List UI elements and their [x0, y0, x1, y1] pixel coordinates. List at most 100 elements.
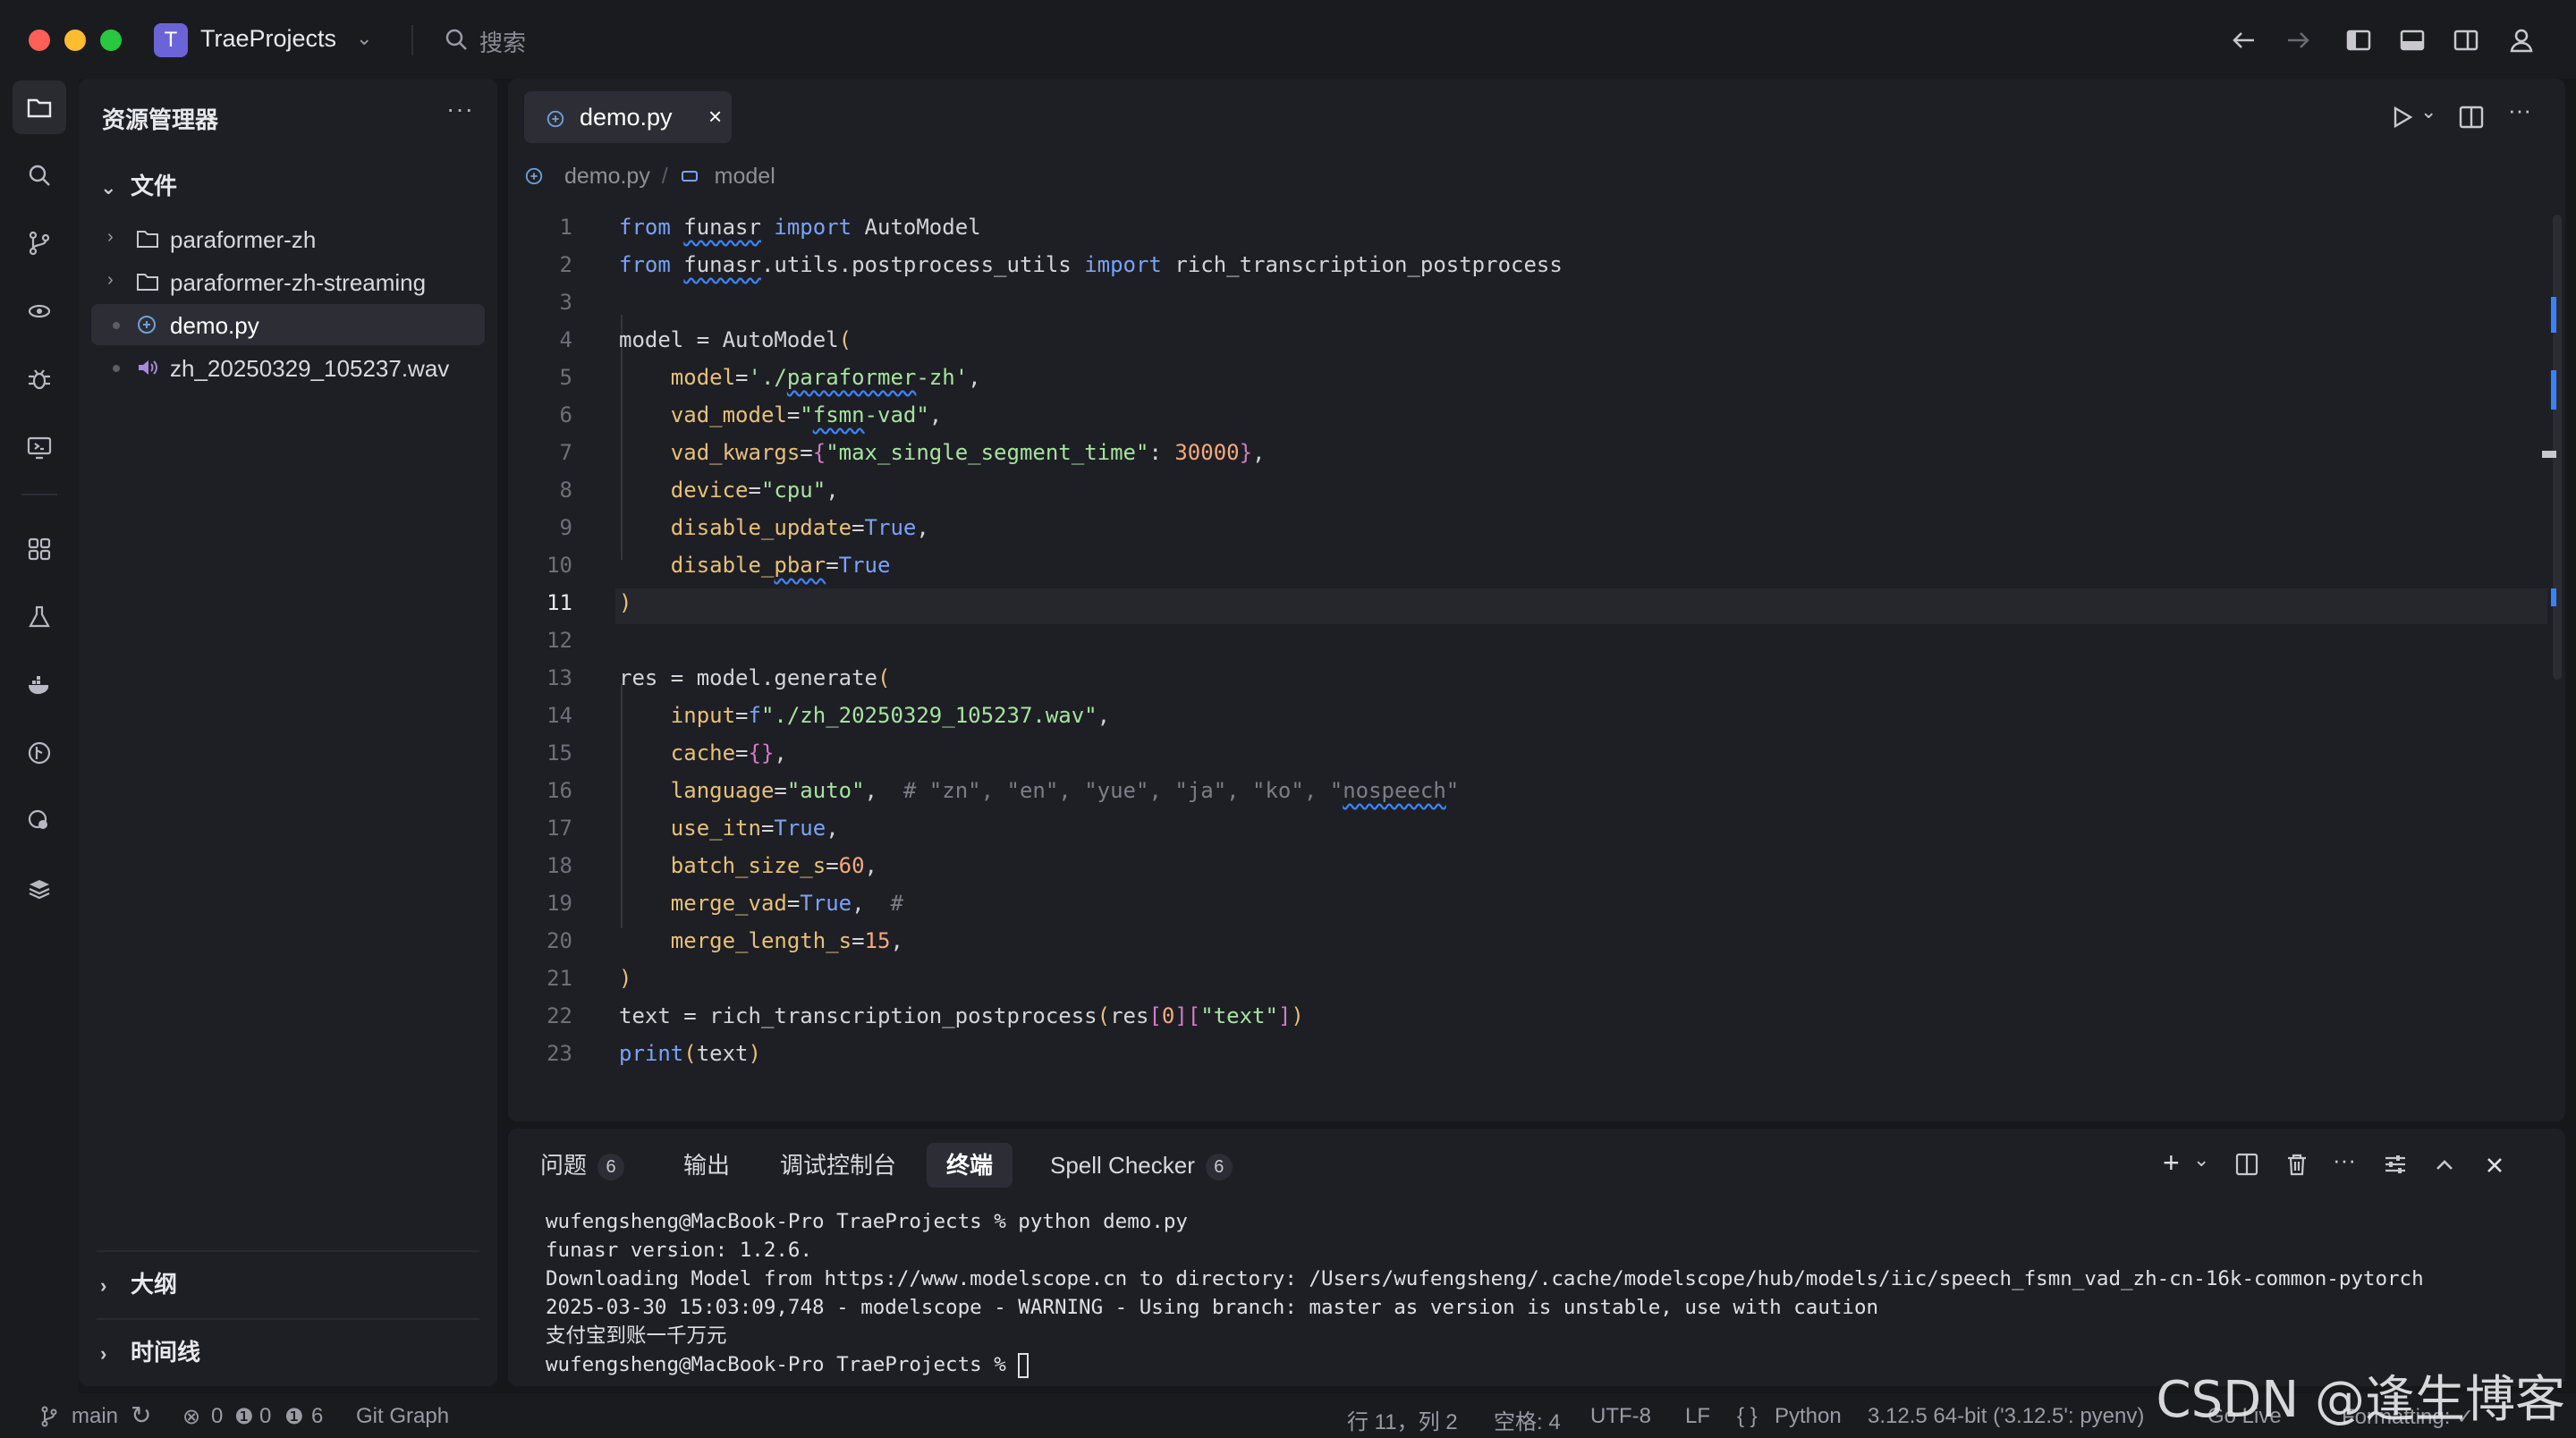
tab-terminal[interactable]: 终端: [927, 1143, 1013, 1188]
outline-section-header[interactable]: › 大纲: [100, 1266, 177, 1302]
python-interpreter[interactable]: 3.12.5 64-bit ('3.12.5': pyenv): [1868, 1404, 2144, 1429]
remote-search-icon[interactable]: [13, 794, 66, 848]
cursor-position[interactable]: 行 11，列 2: [1347, 1404, 1458, 1435]
sidebar-title: 资源管理器: [102, 106, 219, 133]
tab-output[interactable]: 输出: [664, 1143, 750, 1188]
tab-spell-checker[interactable]: Spell Checker 6: [1030, 1143, 1252, 1188]
encoding[interactable]: UTF-8: [1590, 1404, 1651, 1429]
tree-item-folder[interactable]: › paraformer-zh-streaming: [91, 261, 485, 302]
tree-item-file-selected[interactable]: demo.py: [91, 304, 485, 345]
command-search[interactable]: 搜索: [479, 25, 526, 58]
line-number: 22: [547, 1003, 572, 1028]
tree-item-file[interactable]: zh_20250329_105237.wav: [91, 347, 485, 388]
code-line: device="cpu",: [670, 478, 839, 503]
more-actions-icon[interactable]: ···: [2333, 1146, 2356, 1174]
explorer-icon[interactable]: [13, 80, 66, 134]
split-editor-icon[interactable]: [2458, 104, 2485, 131]
search-icon[interactable]: [13, 148, 66, 202]
tab-debug-console[interactable]: 调试控制台: [760, 1143, 916, 1188]
git-branch-icon: [41, 1406, 57, 1427]
docker-icon[interactable]: [13, 658, 66, 712]
split-terminal-icon[interactable]: [2234, 1152, 2259, 1177]
sync-icon[interactable]: ↻: [131, 1400, 151, 1430]
line-number: 15: [547, 740, 572, 766]
zoom-window-button[interactable]: [100, 30, 122, 51]
back-arrow-icon[interactable]: [2229, 25, 2259, 55]
chevron-down-icon[interactable]: ⌄: [2193, 1148, 2209, 1172]
remote-explorer-icon[interactable]: [13, 284, 66, 338]
terminal-prompt: wufengsheng@MacBook-Pro TraeProjects %: [546, 1353, 1019, 1376]
line-number: 7: [559, 440, 572, 465]
line-ending[interactable]: LF: [1685, 1404, 1710, 1429]
new-terminal-plus-icon[interactable]: +: [2163, 1146, 2180, 1180]
account-icon[interactable]: [2506, 25, 2537, 55]
git-graph-button[interactable]: Git Graph: [356, 1404, 449, 1429]
toggle-secondary-sidebar-icon[interactable]: [2451, 25, 2481, 55]
language-mode[interactable]: Python: [1775, 1404, 1842, 1429]
testing-flask-icon[interactable]: [13, 590, 66, 644]
breadcrumb-symbol[interactable]: model: [715, 164, 775, 189]
forward-arrow-icon[interactable]: [2283, 25, 2313, 55]
code-line: ): [619, 590, 632, 615]
more-actions-icon[interactable]: ···: [2508, 97, 2531, 124]
indentation[interactable]: 空格: 4: [1494, 1404, 1561, 1435]
warning-icon: ❶: [234, 1405, 254, 1429]
code-line: model='./paraformer-zh',: [670, 365, 981, 390]
watermark: CSDN @逢生博客: [2156, 1371, 2565, 1429]
code-line: disable_update=True,: [670, 515, 929, 540]
line-number: 17: [547, 816, 572, 841]
folder-icon: [137, 231, 158, 248]
extensions-icon[interactable]: [13, 522, 66, 576]
timeline-git-icon[interactable]: [13, 726, 66, 780]
layers-icon[interactable]: [13, 862, 66, 916]
run-icon[interactable]: [2390, 104, 2415, 131]
chevron-right-icon: ›: [100, 1274, 107, 1297]
python-file-icon: [525, 168, 543, 185]
minimize-window-button[interactable]: [64, 30, 86, 51]
line-number: 9: [559, 515, 572, 540]
python-file-icon: [138, 316, 156, 334]
warning-count[interactable]: 0: [259, 1404, 271, 1429]
source-control-icon[interactable]: [13, 216, 66, 270]
info-icon: ❶: [284, 1405, 304, 1429]
project-avatar[interactable]: T: [154, 23, 188, 57]
error-count[interactable]: 0: [211, 1404, 223, 1429]
close-panel-icon[interactable]: [2483, 1154, 2506, 1177]
project-switcher[interactable]: TraeProjects: [200, 25, 336, 53]
code-line: merge_vad=True, #: [670, 891, 903, 916]
git-branch[interactable]: main: [72, 1404, 118, 1429]
tab-label: 输出: [683, 1152, 731, 1179]
tab-problems[interactable]: 问题 6: [521, 1143, 644, 1188]
terminal-output[interactable]: wufengsheng@MacBook-Pro TraeProjects % p…: [546, 1207, 2424, 1379]
info-count[interactable]: 6: [311, 1404, 323, 1429]
breadcrumb-file[interactable]: demo.py: [564, 164, 650, 189]
line-number: 23: [547, 1041, 572, 1066]
close-window-button[interactable]: [29, 30, 50, 51]
maximize-panel-chevron-up-icon[interactable]: [2433, 1154, 2456, 1177]
section-label: 大纲: [131, 1271, 178, 1298]
remote-monitor-icon[interactable]: [13, 420, 66, 474]
debug-icon[interactable]: [13, 352, 66, 406]
line-number: 5: [559, 365, 572, 390]
code-line: vad_model="fsmn-vad",: [670, 402, 943, 427]
files-section-header[interactable]: ⌄ 文件: [100, 168, 177, 204]
app-window: T TraeProjects ⌄ 搜索 资源管理器 ··· ⌄ 文件 › par…: [0, 0, 2576, 1438]
run-options-chevron-icon[interactable]: ⌄: [2420, 100, 2436, 123]
tab-demo-py[interactable]: demo.py ×: [524, 91, 732, 143]
timeline-section-header[interactable]: › 时间线: [100, 1334, 200, 1370]
toggle-panel-icon[interactable]: [2397, 25, 2428, 55]
more-actions-icon[interactable]: ···: [446, 95, 474, 123]
toggle-sidebar-icon[interactable]: [2343, 25, 2374, 55]
tab-label: 问题: [540, 1152, 588, 1179]
ruler-mark: [2551, 370, 2556, 410]
chevron-down-icon[interactable]: ⌄: [356, 27, 372, 50]
code-line: print(text): [619, 1041, 761, 1066]
close-tab-icon[interactable]: ×: [708, 103, 722, 131]
settings-sliders-icon[interactable]: [2383, 1152, 2408, 1177]
search-icon[interactable]: [444, 27, 469, 52]
tree-item-folder[interactable]: › paraformer-zh: [91, 218, 485, 259]
trash-icon[interactable]: [2284, 1152, 2309, 1177]
bullet-dot: [113, 365, 120, 372]
code-line: text = rich_transcription_postprocess(re…: [619, 1003, 1304, 1028]
terminal-cursor: [1018, 1352, 1030, 1378]
